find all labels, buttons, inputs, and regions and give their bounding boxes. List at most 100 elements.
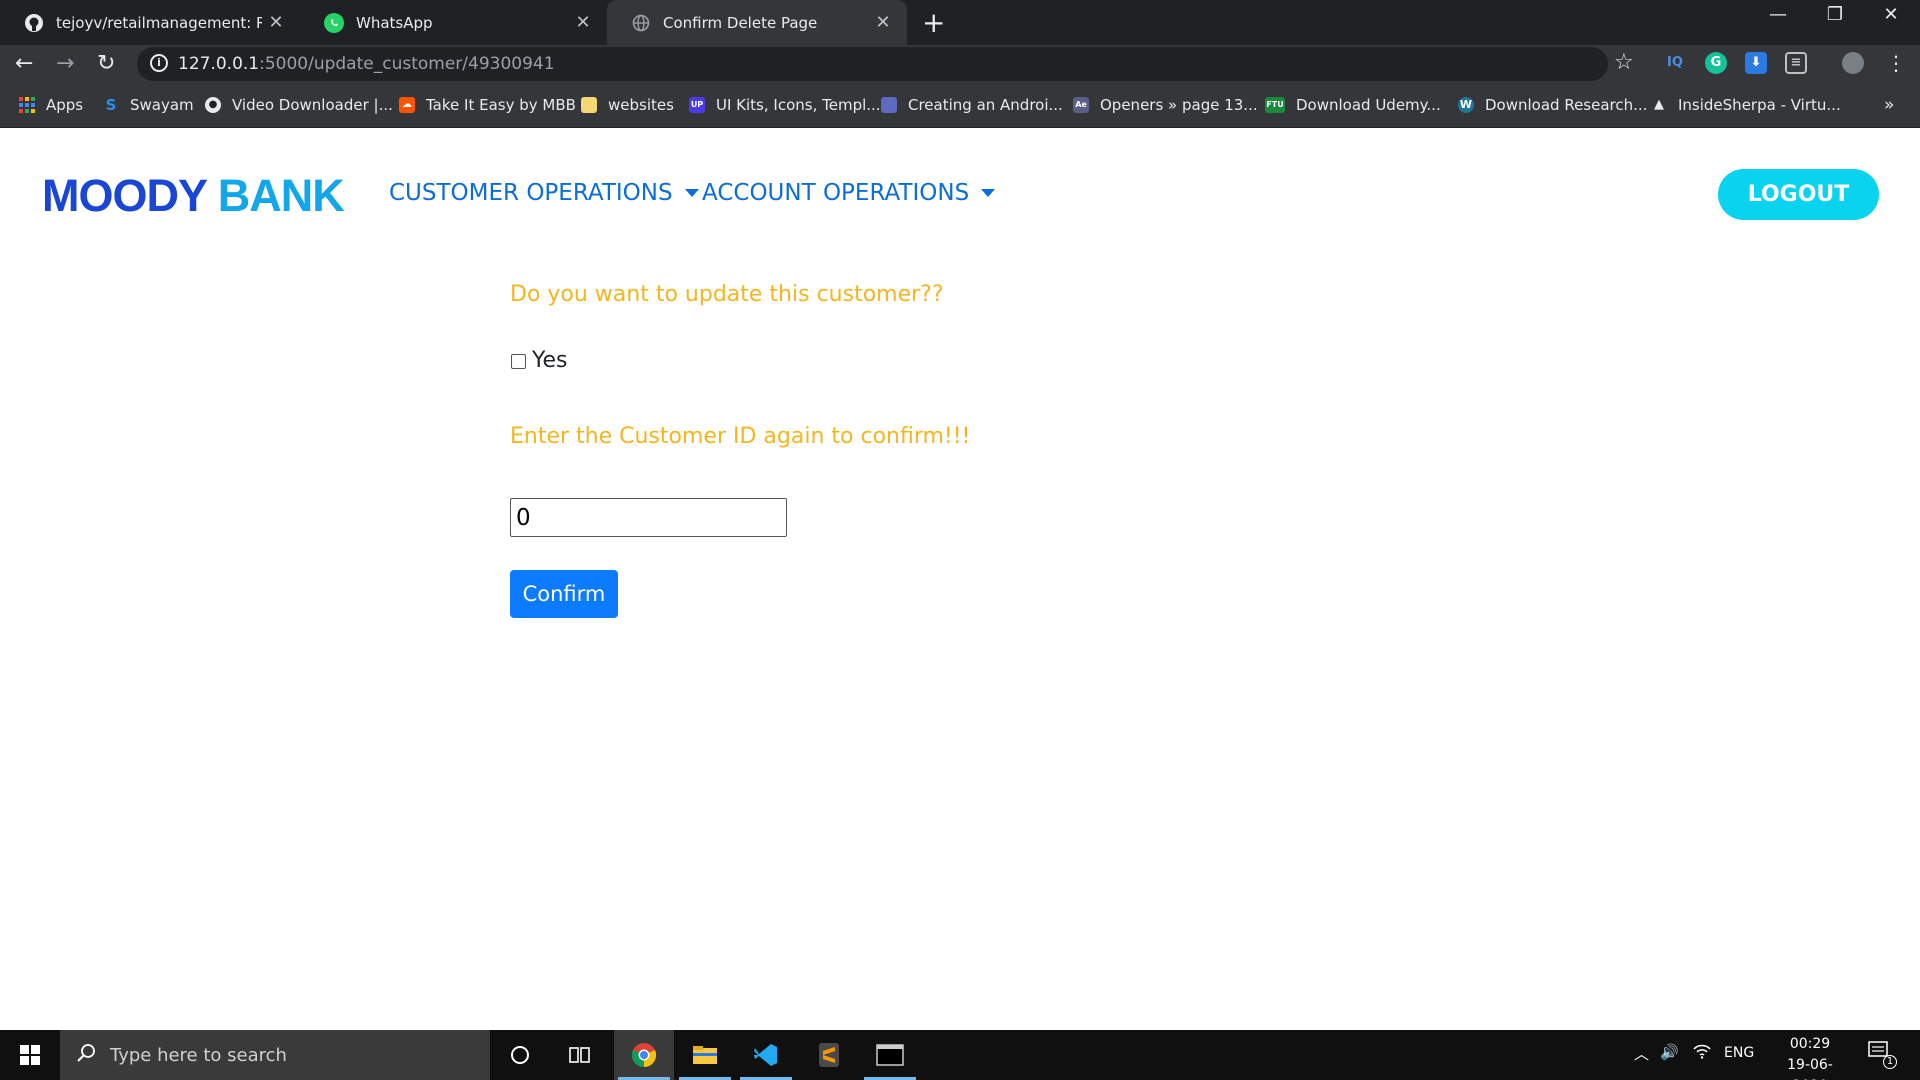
video-downloader-icon: ● xyxy=(205,97,221,113)
caret-down-icon xyxy=(684,189,699,197)
tab-github[interactable]: tejoyv/retailmanagement: Retail I ✕ xyxy=(0,0,300,45)
file-explorer-icon[interactable] xyxy=(675,1030,735,1080)
clock-date: 19-06-2020 xyxy=(1787,1057,1833,1080)
bookmark-label: Creating an Androi... xyxy=(908,96,1063,114)
volume-icon[interactable]: 🔊 xyxy=(1660,1043,1679,1061)
tab-close-icon[interactable]: ✕ xyxy=(262,12,290,33)
bookmark-creating-android[interactable]: Creating an Androi... xyxy=(881,95,1063,115)
url-path: :5000/update_customer/49300941 xyxy=(259,54,555,74)
account-operations-dropdown[interactable]: ACCOUNT OPERATIONS xyxy=(702,180,996,206)
bookmark-ui-kits[interactable]: UP UI Kits, Icons, Templ... xyxy=(689,95,881,115)
language-indicator[interactable]: ENG xyxy=(1724,1045,1754,1061)
yes-checkbox[interactable] xyxy=(511,354,526,369)
apps-grid-icon xyxy=(19,97,35,113)
clock-time: 00:29 xyxy=(1789,1036,1831,1052)
bookmark-apps[interactable]: Apps xyxy=(19,95,83,115)
iq-extension-icon[interactable]: IQ xyxy=(1664,52,1686,74)
ftu-icon: FTU xyxy=(1265,97,1285,113)
bookmark-take-it-easy[interactable]: ☁ Take It Easy by MBB xyxy=(399,95,576,115)
menu-kebab-icon[interactable]: ⋮ xyxy=(1886,51,1906,75)
globe-icon xyxy=(631,13,651,33)
yes-label: Yes xyxy=(532,348,568,373)
brand-logo[interactable]: MOODY BANK xyxy=(42,170,345,222)
bookmark-label: Openers » page 13... xyxy=(1100,96,1258,114)
grammarly-extension-icon[interactable]: G xyxy=(1705,52,1727,74)
swayam-icon: S xyxy=(105,96,117,114)
cortana-icon[interactable] xyxy=(490,1030,550,1080)
android-doc-icon xyxy=(881,97,897,113)
windows-start-icon[interactable] xyxy=(0,1030,60,1080)
bookmark-label: Download Udemy... xyxy=(1296,96,1441,114)
system-clock[interactable]: 00:29 19-06-2020 xyxy=(1770,1034,1850,1080)
bookmark-swayam[interactable]: S Swayam xyxy=(103,95,194,115)
tab-title: tejoyv/retailmanagement: Retail I xyxy=(56,13,262,32)
search-icon xyxy=(76,1043,96,1067)
taskbar-search-box[interactable]: Type here to search xyxy=(60,1030,490,1080)
customer-operations-dropdown[interactable]: CUSTOMER OPERATIONS xyxy=(389,180,699,206)
bookmark-label: UI Kits, Icons, Templ... xyxy=(716,96,881,114)
download-extension-icon[interactable]: ⬇ xyxy=(1745,52,1767,74)
bookmark-label: Apps xyxy=(46,96,84,114)
bookmark-label: Download Research... xyxy=(1485,96,1648,114)
caret-down-icon xyxy=(981,189,996,197)
search-placeholder: Type here to search xyxy=(110,1044,287,1066)
page-viewport xyxy=(0,128,1920,1030)
show-hidden-icons-chevron-icon[interactable]: ︿ xyxy=(1634,1043,1649,1064)
task-view-icon[interactable] xyxy=(550,1030,610,1080)
tab-close-icon[interactable]: ✕ xyxy=(569,12,597,33)
notification-count-badge: 1 xyxy=(1883,1055,1897,1069)
tab-whatsapp[interactable]: WhatsApp ✕ xyxy=(300,0,607,45)
folder-icon xyxy=(581,97,597,113)
tab-close-icon[interactable]: ✕ xyxy=(869,12,897,33)
vscode-icon[interactable] xyxy=(736,1030,796,1080)
bookmark-video-downloader[interactable]: ● Video Downloader |... xyxy=(205,95,393,115)
restore-button[interactable]: ❐ xyxy=(1810,4,1860,25)
nav-label: CUSTOMER OPERATIONS xyxy=(389,180,673,206)
bookmark-label: InsideSherpa - Virtu... xyxy=(1678,96,1841,114)
bookmark-label: Take It Easy by MBB xyxy=(426,96,576,114)
soundcloud-icon: ☁ xyxy=(399,97,415,113)
brand-word-2: BANK xyxy=(217,170,345,221)
chrome-taskbar-icon[interactable] xyxy=(614,1030,674,1080)
openers-icon: Ae xyxy=(1073,97,1089,113)
bookmark-star-icon[interactable]: ☆ xyxy=(1614,50,1634,75)
wordpress-icon: W xyxy=(1458,97,1474,113)
bookmark-download-udemy[interactable]: FTU Download Udemy... xyxy=(1265,95,1441,115)
close-window-button[interactable]: ✕ xyxy=(1866,4,1916,25)
bookmark-label: Video Downloader |... xyxy=(232,96,393,114)
site-info-icon[interactable]: i xyxy=(150,54,168,72)
new-tab-button[interactable]: + xyxy=(922,6,945,39)
github-icon xyxy=(24,13,44,33)
url-host: 127.0.0.1 xyxy=(178,54,260,74)
url-text[interactable]: 127.0.0.1:5000/update_customer/49300941 xyxy=(178,54,555,74)
logout-button[interactable]: LOGOUT xyxy=(1718,169,1879,220)
terminal-icon[interactable] xyxy=(860,1030,920,1080)
confirm-button[interactable]: Confirm xyxy=(510,570,618,618)
bookmark-websites[interactable]: websites xyxy=(581,95,674,115)
bookmark-insidesherpa[interactable]: ▲ InsideSherpa - Virtu... xyxy=(1651,95,1841,115)
bookmarks-overflow-button[interactable]: » xyxy=(1884,95,1894,115)
insidesherpa-icon: ▲ xyxy=(1654,97,1664,112)
update-question-heading: Do you want to update this customer?? xyxy=(510,282,944,307)
brand-word-1: MOODY xyxy=(42,170,207,221)
tab-title: Confirm Delete Page xyxy=(663,13,818,32)
tab-title: WhatsApp xyxy=(356,13,433,32)
bookmark-label: Swayam xyxy=(130,96,194,114)
tab-confirm-delete[interactable]: Confirm Delete Page ✕ xyxy=(607,0,907,45)
uplabs-icon: UP xyxy=(689,97,705,113)
sublime-text-icon[interactable] xyxy=(799,1030,859,1080)
bookmark-openers[interactable]: Ae Openers » page 13... xyxy=(1073,95,1258,115)
whatsapp-icon xyxy=(324,12,344,33)
nav-label: ACCOUNT OPERATIONS xyxy=(702,180,970,206)
profile-avatar[interactable] xyxy=(1842,52,1864,74)
forward-arrow-icon[interactable]: → xyxy=(56,51,74,76)
wifi-icon[interactable] xyxy=(1693,1043,1711,1063)
minimize-button[interactable]: — xyxy=(1753,4,1803,25)
reader-extension-icon[interactable]: ≡ xyxy=(1785,52,1807,74)
bookmark-label: websites xyxy=(608,96,674,114)
customer-id-input[interactable] xyxy=(510,498,787,537)
reload-icon[interactable]: ↻ xyxy=(97,51,115,76)
bookmark-download-research[interactable]: W Download Research... xyxy=(1458,95,1647,115)
confirm-id-heading: Enter the Customer ID again to confirm!!… xyxy=(510,424,971,449)
back-arrow-icon[interactable]: ← xyxy=(15,51,33,76)
